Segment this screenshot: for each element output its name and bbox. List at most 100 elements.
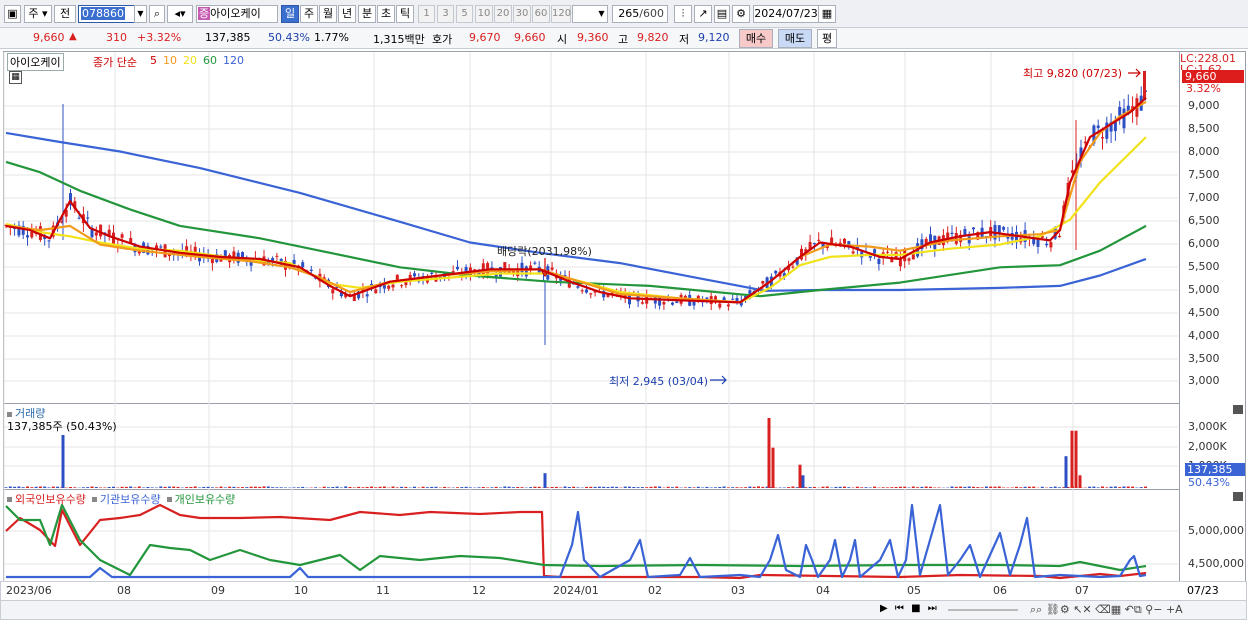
- volume-bar: [107, 487, 111, 488]
- volume-bar: [258, 486, 262, 488]
- volume-bar: [301, 486, 305, 488]
- holdings-legend-item: 기관보유수량: [99, 493, 161, 506]
- volume-bar: [572, 486, 576, 488]
- settings-icon[interactable]: ⚙: [1060, 603, 1070, 616]
- price-tick-label: 8,500: [1188, 122, 1220, 135]
- volume-bar: [692, 487, 696, 488]
- volume-bar: [477, 487, 481, 488]
- ma-legend-60: 60: [203, 54, 217, 67]
- zoom-slider[interactable]: [948, 609, 1018, 611]
- table-icon[interactable]: ▦: [9, 71, 22, 84]
- candle-body: [692, 301, 696, 306]
- candle-body: [99, 224, 103, 237]
- price-tick-label: 5,500: [1188, 260, 1220, 273]
- volume-bar: [881, 487, 885, 488]
- date-label: 12: [472, 584, 486, 597]
- stock-chart[interactable]: [0, 0, 1248, 621]
- volume-bar: [701, 487, 705, 488]
- undo-icon[interactable]: ↶: [1125, 603, 1134, 616]
- layout-icon[interactable]: ▦: [1111, 603, 1121, 616]
- volume-bar: [610, 486, 614, 488]
- text-icon[interactable]: A: [1175, 603, 1183, 616]
- volume-bar: [352, 487, 356, 488]
- volume-bar: [1027, 486, 1031, 488]
- volume-bar: [322, 486, 326, 488]
- volume-bar: [81, 487, 85, 488]
- volume-bar: [898, 486, 902, 488]
- candle-body: [30, 231, 34, 238]
- ma-legend-5: 5: [150, 54, 157, 67]
- volume-bar: [1105, 487, 1109, 488]
- scroll-right-icon[interactable]: ▶: [880, 603, 888, 614]
- date-axis-frame: [0, 581, 1247, 601]
- candle-body: [791, 266, 795, 268]
- volume-bar: [972, 486, 975, 488]
- minus-icon[interactable]: −: [1153, 603, 1162, 616]
- volume-bar: [636, 487, 640, 488]
- link-icon[interactable]: ⛓: [1046, 603, 1060, 616]
- volume-bar: [167, 486, 171, 488]
- volume-bar: [1058, 487, 1061, 488]
- holdings-panel-close[interactable]: [1233, 492, 1243, 501]
- volume-bar: [825, 486, 829, 488]
- volume-bar: [4, 487, 8, 488]
- forward-icon[interactable]: ⏭: [928, 603, 937, 614]
- volume-bar: [1015, 486, 1018, 488]
- volume-bar: [778, 487, 782, 488]
- volume-bar: [757, 486, 760, 488]
- zoom-out-icon[interactable]: ⌕: [1036, 603, 1042, 616]
- candle-body: [580, 290, 584, 292]
- volume-bar: [1074, 430, 1078, 488]
- candle-body: [533, 262, 537, 264]
- stop-icon[interactable]: ■: [911, 603, 920, 614]
- volume-bar: [279, 487, 283, 488]
- volume-bar: [929, 486, 932, 488]
- volume-bar: [271, 487, 275, 488]
- candle-body: [589, 293, 593, 295]
- price-tick-label: 8,000: [1188, 145, 1220, 158]
- volume-bar: [709, 487, 713, 488]
- volume-bar: [189, 487, 193, 488]
- candle-body: [705, 297, 709, 299]
- volume-bar: [296, 487, 300, 488]
- price-tick-label: 4,000: [1188, 329, 1220, 342]
- volume-panel-close[interactable]: [1233, 405, 1243, 414]
- volume-bar: [172, 486, 176, 488]
- volume-bar: [963, 486, 967, 488]
- volume-bar: [1096, 487, 1100, 488]
- volume-bar: [241, 487, 244, 488]
- candle-body: [847, 241, 851, 245]
- rewind-icon[interactable]: ⏮: [895, 603, 904, 614]
- candle-body: [331, 289, 335, 294]
- candle-body: [873, 249, 877, 254]
- candle-body: [86, 217, 90, 219]
- volume-bar: [653, 486, 657, 488]
- volume-bar: [748, 486, 752, 488]
- cross-icon[interactable]: ✕: [1082, 603, 1091, 616]
- copy-icon[interactable]: ⧉: [1134, 603, 1142, 616]
- volume-bar: [589, 486, 593, 488]
- candle-body: [159, 246, 163, 248]
- volume-bar: [206, 486, 210, 488]
- volume-bar: [361, 487, 365, 488]
- legend-marker: [91, 497, 97, 502]
- volume-bar: [253, 486, 257, 488]
- volume-bar: [795, 487, 799, 488]
- volume-bar: [675, 486, 679, 488]
- candle-body: [950, 232, 954, 234]
- date-label: 11: [376, 584, 390, 597]
- volume-bar: [460, 487, 464, 488]
- volume-bar: [890, 487, 894, 488]
- volume-bar: [1064, 456, 1068, 488]
- volume-bar: [133, 487, 137, 488]
- volume-bar: [752, 486, 756, 488]
- date-label: 05: [907, 584, 921, 597]
- volume-bar: [176, 486, 180, 488]
- volume-bar: [1002, 487, 1006, 488]
- date-label: 02: [648, 584, 662, 597]
- volume-bar: [99, 487, 103, 488]
- eraser-icon[interactable]: ⌫: [1095, 603, 1111, 616]
- plus-icon[interactable]: +: [1166, 603, 1175, 616]
- candle-body: [585, 289, 588, 293]
- candle-body: [275, 255, 279, 257]
